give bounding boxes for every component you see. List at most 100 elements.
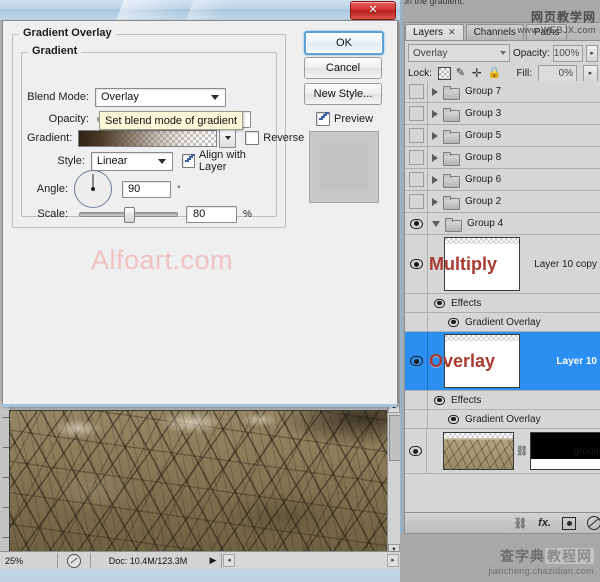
document-proxy-icon[interactable] xyxy=(58,554,90,568)
scale-slider-knob[interactable] xyxy=(124,207,135,223)
layer-group-row[interactable]: Group 3 xyxy=(405,103,600,125)
eye-icon[interactable] xyxy=(434,396,445,405)
lock-transparency-icon[interactable] xyxy=(438,67,451,80)
lock-position-move-icon[interactable]: ✛ xyxy=(472,68,483,79)
chevron-right-icon[interactable] xyxy=(432,176,438,184)
layer-name[interactable]: groun xyxy=(573,446,599,457)
layer-thumbnail-ground[interactable] xyxy=(443,432,514,470)
canvas-vertical-scrollbar[interactable]: ▲ ▼ xyxy=(387,401,400,556)
layer-effect-gradient-overlay-row[interactable]: Gradient Overlay xyxy=(405,313,600,332)
visibility-toggle[interactable] xyxy=(405,429,427,473)
layer-group-row[interactable]: Group 7 xyxy=(405,81,600,103)
visibility-toggle[interactable] xyxy=(405,191,428,212)
panel-opacity-label: Opacity: xyxy=(513,48,550,59)
blend-mode-label: Blend Mode: xyxy=(27,91,89,103)
tab-layers[interactable]: Layers ✕ xyxy=(405,24,464,40)
effects-visibility-toggle[interactable] xyxy=(405,391,428,409)
chevron-right-icon[interactable] xyxy=(432,198,438,206)
new-adjustment-layer-icon[interactable] xyxy=(587,516,600,530)
lock-image-brush-icon[interactable]: ✎ xyxy=(456,68,467,79)
layer-list[interactable]: Group 7 Group 3 Group 5 xyxy=(405,81,600,501)
scale-value-input[interactable]: 80 xyxy=(186,206,237,223)
eye-icon[interactable] xyxy=(410,259,423,269)
link-layers-icon[interactable]: ⛓ xyxy=(513,517,527,530)
scroll-right-icon[interactable]: ▸ xyxy=(387,554,399,567)
chevron-right-icon[interactable] xyxy=(432,132,438,140)
fill-value[interactable]: 0% xyxy=(538,65,577,82)
gradient-preview-swatch[interactable] xyxy=(78,130,217,147)
layer-group-row[interactable]: Group 2 xyxy=(405,191,600,213)
visibility-toggle[interactable] xyxy=(405,147,428,168)
eye-icon[interactable] xyxy=(410,219,423,229)
cancel-button[interactable]: Cancel xyxy=(304,57,382,79)
layer-name[interactable]: Layer 10 xyxy=(556,356,597,367)
effect-visibility-toggle[interactable] xyxy=(405,410,428,428)
layer-row-layer-10-selected[interactable]: Overlay Layer 10 xyxy=(405,332,600,391)
align-with-layer-checkbox[interactable] xyxy=(182,154,195,168)
layer-effects-row[interactable]: Effects xyxy=(405,391,600,410)
chevron-right-icon[interactable] xyxy=(432,88,438,96)
close-icon[interactable]: ✕ xyxy=(350,1,396,20)
fill-stepper-arrow-icon[interactable]: ▸ xyxy=(583,65,598,82)
document-titlebar[interactable]: ✕ xyxy=(0,0,400,21)
angle-dial[interactable] xyxy=(74,170,112,208)
tab-channels[interactable]: Channels xyxy=(466,24,524,40)
layer-row-ground[interactable]: ⛓ groun xyxy=(405,429,600,474)
scale-slider[interactable] xyxy=(79,212,178,217)
layer-effect-gradient-overlay-row[interactable]: Gradient Overlay xyxy=(405,410,600,429)
visibility-toggle[interactable] xyxy=(405,213,428,234)
layer-name[interactable]: Layer 10 copy xyxy=(534,259,597,270)
gradient-picker-dropdown[interactable] xyxy=(219,129,236,148)
lock-all-padlock-icon[interactable]: 🔒 xyxy=(488,68,499,79)
blend-mode-overlay-text: Overlay xyxy=(429,351,495,372)
preview-row[interactable]: Preview xyxy=(316,112,373,126)
ok-button[interactable]: OK xyxy=(304,31,384,55)
panel-opacity-value[interactable]: 100% xyxy=(553,45,584,62)
add-layer-style-fx-icon[interactable]: fx. xyxy=(538,517,551,529)
layer-group-row[interactable]: Group 8 xyxy=(405,147,600,169)
zoom-level[interactable]: 25% xyxy=(0,556,57,566)
visibility-toggle[interactable] xyxy=(405,169,428,190)
scroll-left-icon[interactable]: ◂ xyxy=(223,554,235,567)
chevron-down-icon xyxy=(225,136,231,140)
add-layer-mask-icon[interactable] xyxy=(562,517,576,530)
angle-value-input[interactable]: 90 xyxy=(122,181,171,198)
chevron-down-icon xyxy=(500,51,506,55)
eye-icon[interactable] xyxy=(448,415,459,424)
panel-blend-mode-select[interactable]: Overlay xyxy=(408,44,510,62)
new-style-button[interactable]: New Style... xyxy=(304,83,382,105)
chevron-right-icon[interactable] xyxy=(432,154,438,162)
mask-link-icon[interactable]: ⛓ xyxy=(517,444,527,458)
eye-icon[interactable] xyxy=(434,299,445,308)
style-select[interactable]: Linear xyxy=(91,152,173,171)
gradient-label: Gradient: xyxy=(27,132,72,144)
close-icon[interactable]: ✕ xyxy=(448,27,456,38)
statusbar-menu-arrow-icon[interactable]: ▶ xyxy=(205,555,221,566)
eye-icon[interactable] xyxy=(409,446,422,456)
eye-icon[interactable] xyxy=(410,356,423,366)
effects-visibility-toggle[interactable] xyxy=(405,294,428,312)
visibility-toggle[interactable] xyxy=(405,235,428,293)
canvas-horizontal-scrollbar[interactable]: ◂ ▸ xyxy=(221,553,400,568)
group-name: Group 6 xyxy=(465,174,501,185)
layer-effects-row[interactable]: Effects xyxy=(405,294,600,313)
layer-row-layer-10-copy[interactable]: Multiply Layer 10 copy xyxy=(405,235,600,294)
document-image-cracked-earth[interactable] xyxy=(10,411,388,556)
layer-group-row[interactable]: Group 6 xyxy=(405,169,600,191)
layers-panel-body: Layers ✕ Channels Paths Overlay Opacity:… xyxy=(404,22,600,534)
opacity-stepper-arrow-icon[interactable]: ▸ xyxy=(586,45,598,62)
layer-group-row-expanded[interactable]: Group 4 xyxy=(405,213,600,235)
preview-checkbox[interactable] xyxy=(316,112,330,126)
eye-icon[interactable] xyxy=(448,318,459,327)
effect-visibility-toggle[interactable] xyxy=(405,313,428,331)
visibility-toggle[interactable] xyxy=(405,125,428,146)
reverse-checkbox[interactable] xyxy=(245,131,259,145)
visibility-toggle[interactable] xyxy=(405,81,428,102)
group-name: Group 8 xyxy=(465,152,501,163)
blend-mode-select[interactable]: Overlay xyxy=(95,88,226,107)
layer-group-row[interactable]: Group 5 xyxy=(405,125,600,147)
visibility-toggle[interactable] xyxy=(405,332,428,390)
chevron-right-icon[interactable] xyxy=(432,110,438,118)
chevron-down-icon[interactable] xyxy=(432,221,440,227)
visibility-toggle[interactable] xyxy=(405,103,428,124)
